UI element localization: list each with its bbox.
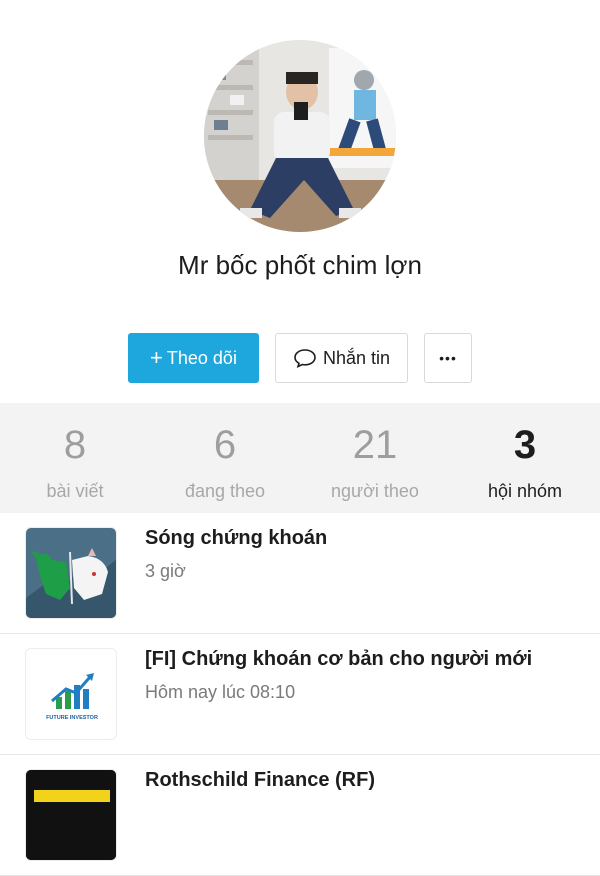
group-title: Rothschild Finance (RF) xyxy=(145,769,375,791)
profile-stats-tabs: 8 bài viết 6 đang theo 21 người theo 3 h… xyxy=(0,403,600,513)
bull-bear-logo-icon xyxy=(26,528,116,618)
tab-following[interactable]: 6 đang theo xyxy=(150,403,300,513)
stat-count: 6 xyxy=(213,423,237,467)
list-item[interactable]: FUTURE INVESTOR [FI] Chứng khoán cơ bản … xyxy=(0,634,600,755)
group-timestamp: Hôm nay lúc 08:10 xyxy=(145,682,296,702)
message-button[interactable]: Nhắn tin xyxy=(275,333,408,383)
chart-logo-icon: FUTURE INVESTOR xyxy=(26,649,116,739)
plus-icon: + xyxy=(150,345,163,370)
list-item[interactable]: Sóng chứng khoán 3 giờ xyxy=(0,513,600,634)
follow-button[interactable]: + Theo dõi xyxy=(128,333,259,383)
group-thumbnail xyxy=(25,527,117,619)
more-button[interactable]: ••• xyxy=(424,333,472,383)
chat-bubble-icon xyxy=(294,349,316,368)
future-investor-logo-text: FUTURE INVESTOR xyxy=(46,715,98,721)
stat-count: 21 xyxy=(352,423,398,467)
profile-name: Mr bốc phốt chim lợn xyxy=(178,250,422,280)
more-dots-icon: ••• xyxy=(439,350,457,366)
group-title: [FI] Chứng khoán cơ bản cho người mới xyxy=(145,648,533,670)
follow-button-label: Theo dõi xyxy=(166,347,237,368)
stat-count: 8 xyxy=(63,423,87,467)
avatar[interactable] xyxy=(204,40,396,232)
tab-followers[interactable]: 21 người theo xyxy=(300,403,450,513)
profile-header: Mr bốc phốt chim lợn + Theo dõi Nhắn tin… xyxy=(0,0,600,403)
group-thumbnail: FUTURE INVESTOR xyxy=(25,648,117,740)
stat-label: người theo xyxy=(331,481,419,501)
group-title: Sóng chứng khoán xyxy=(145,527,328,549)
message-button-label: Nhắn tin xyxy=(322,347,391,368)
stat-label: hội nhóm xyxy=(487,481,563,501)
profile-actions: + Theo dõi Nhắn tin ••• xyxy=(0,333,600,385)
stat-label: đang theo xyxy=(184,481,266,501)
group-thumbnail xyxy=(25,769,117,861)
group-timestamp: 3 giờ xyxy=(145,561,186,581)
tab-groups[interactable]: 3 hội nhóm xyxy=(450,403,600,513)
rf-logo-icon xyxy=(26,770,116,860)
list-item[interactable]: Rothschild Finance (RF) xyxy=(0,755,600,876)
tab-posts[interactable]: 8 bài viết xyxy=(0,403,150,513)
avatar-photo xyxy=(204,40,396,232)
stat-label: bài viết xyxy=(46,481,104,501)
stat-count: 3 xyxy=(513,423,537,467)
group-list: Sóng chứng khoán 3 giờ FUTURE INVESTOR [… xyxy=(0,513,600,876)
